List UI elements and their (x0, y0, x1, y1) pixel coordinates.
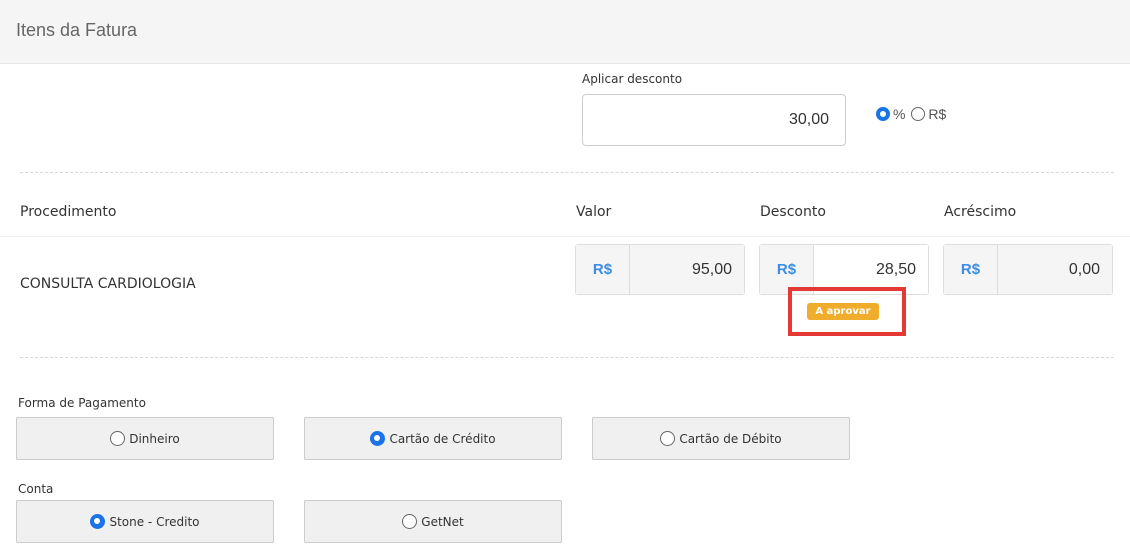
divider (20, 172, 1114, 173)
radio-checked-icon (90, 514, 106, 529)
column-header-procedure: Procedimento (20, 204, 117, 220)
discount-type-currency-label: R$ (928, 106, 947, 122)
discount-type-currency[interactable]: R$ (911, 106, 946, 122)
section-header: Itens da Fatura (0, 0, 1130, 64)
radio-percent-icon[interactable] (876, 107, 890, 121)
column-header-value: Valor (576, 204, 612, 220)
payment-option-label: Cartão de Débito (679, 431, 782, 446)
payment-option-label: Dinheiro (129, 431, 180, 446)
radio-checked-icon (370, 431, 386, 446)
discount-label: Aplicar desconto (582, 72, 683, 86)
account-option-stone[interactable]: Stone - Credito (16, 500, 274, 543)
surcharge-amount[interactable]: 0,00 (998, 245, 1112, 294)
procedure-name: CONSULTA CARDIOLOGIA (20, 276, 196, 292)
section-title: Itens da Fatura (16, 20, 138, 40)
payment-option-credit-card[interactable]: Cartão de Crédito (304, 417, 562, 460)
account-option-getnet[interactable]: GetNet (304, 500, 562, 543)
account-option-label: Stone - Credito (109, 514, 200, 529)
status-badge: A aprovar (807, 303, 879, 320)
surcharge-field[interactable]: R$ 0,00 (943, 244, 1113, 295)
surcharge-currency-prefix: R$ (944, 245, 998, 294)
radio-currency-icon[interactable] (911, 107, 926, 121)
value-currency-prefix: R$ (576, 245, 630, 294)
column-header-discount: Desconto (760, 204, 826, 220)
payment-option-label: Cartão de Crédito (389, 431, 496, 446)
column-header-surcharge: Acréscimo (944, 204, 1017, 220)
discount-type-percent[interactable]: % (876, 106, 905, 122)
discount-type-selector: % R$ (876, 106, 948, 124)
radio-unchecked-icon (110, 431, 126, 446)
table-row-divider (0, 236, 1130, 237)
radio-unchecked-icon (402, 514, 418, 529)
radio-unchecked-icon (660, 431, 676, 446)
value-amount: 95,00 (630, 245, 744, 294)
discount-type-percent-label: % (893, 106, 906, 122)
payment-method-label: Forma de Pagamento (18, 396, 146, 410)
value-field: R$ 95,00 (575, 244, 745, 295)
account-label: Conta (18, 482, 54, 496)
account-option-label: GetNet (421, 514, 464, 529)
divider (20, 357, 1114, 358)
discount-input[interactable] (582, 94, 846, 146)
payment-option-debit-card[interactable]: Cartão de Débito (592, 417, 850, 460)
payment-option-cash[interactable]: Dinheiro (16, 417, 274, 460)
